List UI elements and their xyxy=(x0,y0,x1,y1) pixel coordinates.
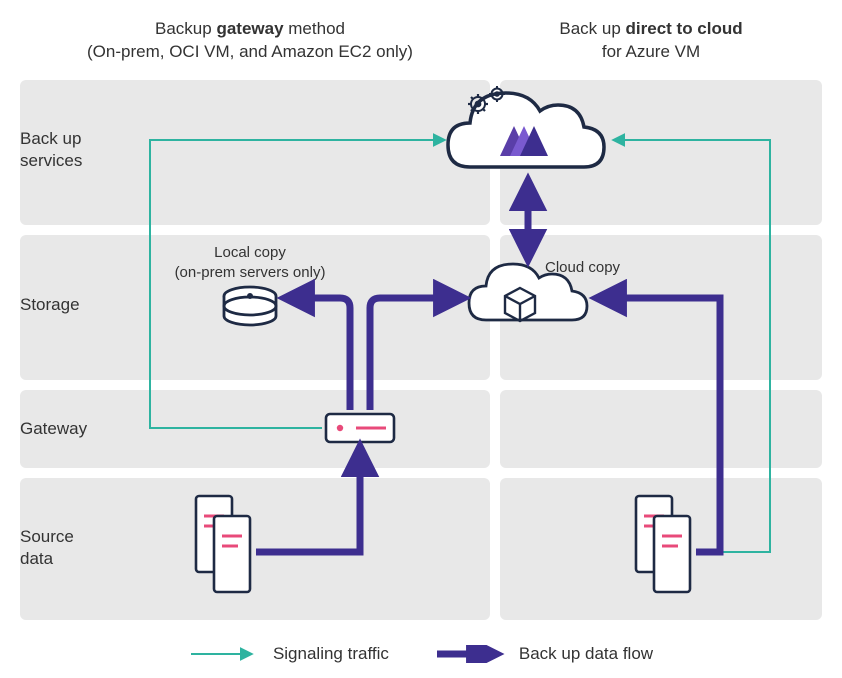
legend-dataflow: Back up data flow xyxy=(435,644,653,664)
panel-services-right xyxy=(500,80,822,225)
column-headers: Backup gateway method (On-prem, OCI VM, … xyxy=(0,18,842,64)
row-label-storage: Storage xyxy=(20,294,80,316)
header-right: Back up direct to cloud for Azure VM xyxy=(480,18,822,64)
header-left-suffix: method xyxy=(284,19,345,38)
legend-signaling-arrow-icon xyxy=(189,646,259,662)
annotation-local-copy: Local copy (on-prem servers only) xyxy=(160,243,340,282)
panel-gateway-left xyxy=(20,390,490,468)
row-label-services: Back up services xyxy=(20,128,110,172)
panel-source-right xyxy=(500,478,822,620)
header-left-prefix: Backup xyxy=(155,19,216,38)
row-label-gateway: Gateway xyxy=(20,418,87,440)
row-storage xyxy=(20,235,822,380)
row-label-source: Source data xyxy=(20,526,110,570)
legend-signaling: Signaling traffic xyxy=(189,644,389,664)
legend-dataflow-arrow-icon xyxy=(435,645,505,663)
row-source xyxy=(20,478,822,620)
annotation-cloud-copy: Cloud copy xyxy=(545,258,665,278)
header-left-bold: gateway xyxy=(216,19,283,38)
panel-storage-right xyxy=(500,235,822,380)
legend: Signaling traffic Back up data flow xyxy=(0,644,842,664)
row-services xyxy=(20,80,822,225)
row-gateway xyxy=(20,390,822,468)
panel-gateway-right xyxy=(500,390,822,468)
header-right-sub: for Azure VM xyxy=(602,42,700,61)
header-left-sub: (On-prem, OCI VM, and Amazon EC2 only) xyxy=(87,42,413,61)
diagram-stage: Backup gateway method (On-prem, OCI VM, … xyxy=(0,0,842,678)
header-left: Backup gateway method (On-prem, OCI VM, … xyxy=(0,18,480,64)
local-copy-line2: (on-prem servers only) xyxy=(175,264,326,281)
local-copy-line1: Local copy xyxy=(214,244,286,261)
legend-signaling-label: Signaling traffic xyxy=(273,644,389,664)
header-right-prefix: Back up xyxy=(559,19,625,38)
legend-dataflow-label: Back up data flow xyxy=(519,644,653,664)
header-right-bold: direct to cloud xyxy=(626,19,743,38)
